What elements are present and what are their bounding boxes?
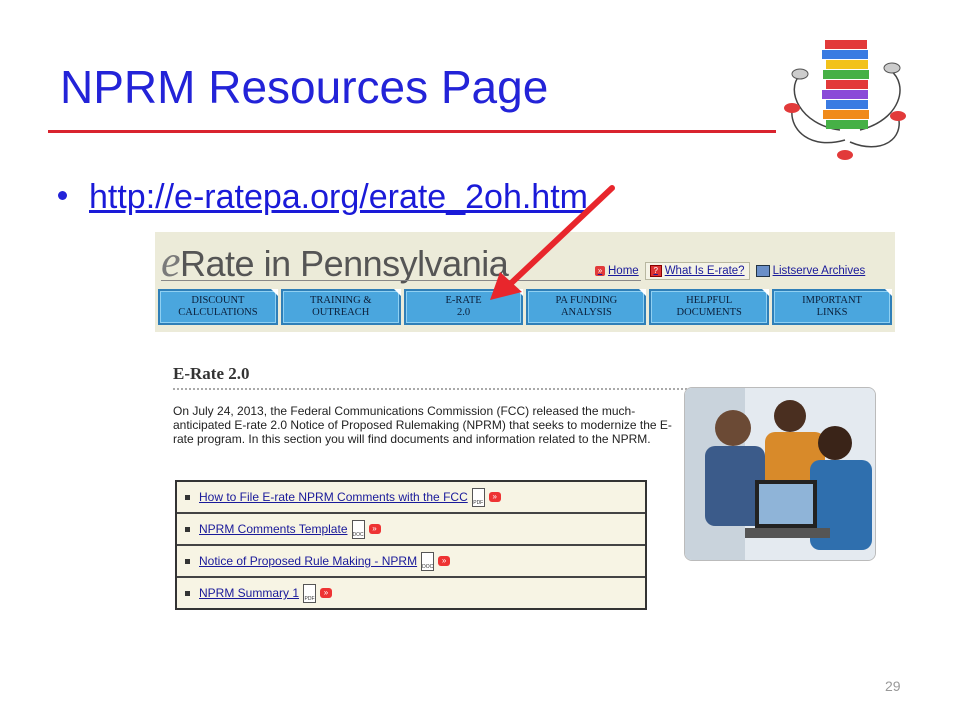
bullet-item: http://e-ratepa.org/erate_2oh.htm xyxy=(58,178,588,217)
doc-file-icon[interactable]: DOC xyxy=(351,519,365,539)
doc-link[interactable]: Notice of Proposed Rule Making - NPRM xyxy=(199,554,417,568)
go-arrow-icon[interactable]: » xyxy=(368,524,381,534)
doc-link[interactable]: How to File E-rate NPRM Comments with th… xyxy=(199,490,468,504)
pdf-file-icon[interactable]: PDF xyxy=(303,583,317,603)
nav-tab-helpful-documents[interactable]: HELPFUL DOCUMENTS xyxy=(649,289,770,325)
nav-tab-erate-2[interactable]: E-RATE 2.0 xyxy=(403,289,524,325)
dotted-rule xyxy=(173,388,687,390)
students-computer-photo xyxy=(684,387,876,561)
nav-tab-discount-calculations[interactable]: DISCOUNT CALCULATIONS xyxy=(158,289,278,325)
nav-tab-important-links[interactable]: IMPORTANT LINKS xyxy=(772,289,892,325)
site-header: eRate in Pennsylvania » Home ? What Is E-r… xyxy=(155,232,895,332)
top-links: » Home ? What Is E-rate? Listserve Archive… xyxy=(595,260,865,282)
nav-tab-training-outreach[interactable]: TRAINING & OUTREACH xyxy=(280,289,401,325)
page-number: 29 xyxy=(885,678,901,694)
go-arrow-icon[interactable]: » xyxy=(438,556,451,566)
listserve-archives-label: Listserve Archives xyxy=(772,265,866,277)
square-bullet-icon xyxy=(185,526,190,532)
logo-rule xyxy=(161,280,641,281)
doc-link[interactable]: NPRM Summary 1 xyxy=(199,586,299,600)
what-is-erate-link[interactable]: ? What Is E-rate? xyxy=(644,262,750,280)
website-screenshot: eRate in Pennsylvania » Home ? What Is E-r… xyxy=(155,232,895,635)
home-link-label: Home xyxy=(608,265,639,277)
square-bullet-icon xyxy=(185,558,190,564)
site-nav: DISCOUNT CALCULATIONS TRAINING & OUTREAC… xyxy=(158,289,892,325)
go-arrow-icon[interactable]: » xyxy=(488,492,501,502)
title-rule xyxy=(48,130,776,133)
square-bullet-icon xyxy=(185,494,190,500)
go-arrow-icon[interactable]: » xyxy=(320,588,333,598)
slide-title: NPRM Resources Page xyxy=(60,61,549,113)
home-icon: » xyxy=(595,266,605,276)
what-is-erate-label: What Is E-rate? xyxy=(664,265,745,277)
bullet-dot xyxy=(58,190,67,200)
pdf-file-icon[interactable]: PDF xyxy=(471,487,485,507)
documents-table: How to File E-rate NPRM Comments with th… xyxy=(175,480,647,610)
home-link[interactable]: » Home xyxy=(595,265,639,277)
page-heading: E-Rate 2.0 xyxy=(173,364,250,383)
books-computer-clipart xyxy=(784,40,906,160)
table-row: NPRM Summary 1 PDF » xyxy=(177,578,645,608)
bullet-link[interactable]: http://e-ratepa.org/erate_2oh.htm xyxy=(89,178,588,216)
intro-text: On July 24, 2013, the Federal Communicat… xyxy=(173,404,672,446)
help-icon: ? xyxy=(649,265,662,277)
list-icon xyxy=(755,265,770,277)
table-row: NPRM Comments Template DOC » xyxy=(177,514,645,546)
logo-e: e xyxy=(161,237,181,286)
table-row: Notice of Proposed Rule Making - NPRM DO… xyxy=(177,546,645,578)
nav-tab-pa-funding[interactable]: PA FUNDING ANALYSIS xyxy=(526,289,647,325)
content-area: E-Rate 2.0 On July 24, 2013, the Federal… xyxy=(173,364,693,446)
doc-file-icon[interactable]: DOC xyxy=(421,551,435,571)
logo-text: Rate in Pennsylvania xyxy=(180,243,509,284)
listserve-archives-link[interactable]: Listserve Archives xyxy=(755,265,866,277)
square-bullet-icon xyxy=(185,590,190,596)
table-row: How to File E-rate NPRM Comments with th… xyxy=(177,482,645,514)
doc-link[interactable]: NPRM Comments Template xyxy=(199,522,348,536)
